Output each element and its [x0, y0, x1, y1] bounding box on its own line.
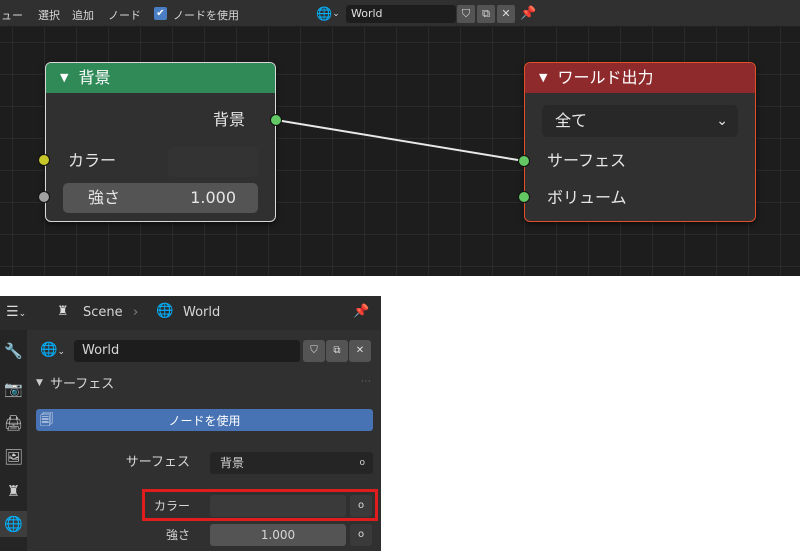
world-output-node-title: ワールド出力 [557, 68, 654, 87]
node-editor[interactable]: ビュー 選択 追加 ノード ✔ ノードを使用 🌐⌄ World ⛉ ⧉ ✕ 📌 … [0, 0, 800, 276]
breadcrumb-separator: › [133, 305, 139, 320]
background-output-socket[interactable] [270, 114, 282, 126]
world-browse-button[interactable]: 🌐⌄ [40, 342, 65, 358]
breadcrumb-scene[interactable]: Scene [83, 304, 123, 322]
blender-window: ビュー 選択 追加 ノード ✔ ノードを使用 🌐⌄ World ⛉ ⧉ ✕ 📌 … [0, 0, 800, 551]
surface-label: サーフェス [125, 455, 190, 470]
background-output-label: 背景 [212, 110, 245, 129]
scene-icon: ♜ [57, 304, 69, 319]
pin-icon[interactable]: 📌 [353, 304, 369, 319]
highlight-box [142, 489, 378, 521]
volume-input-label: ボリューム [547, 188, 627, 207]
close-icon[interactable]: ✕ [349, 340, 371, 362]
properties-editor-icon: ☰ [6, 304, 19, 320]
color-input-socket[interactable] [38, 154, 50, 166]
fake-user-shield-icon[interactable]: ⛉ [303, 340, 325, 362]
link-background-to-surface [275, 119, 525, 162]
view-layer-tab-icon[interactable]: 🖼 [0, 444, 27, 470]
background-node[interactable]: ▼ 背景 背景 カラー 強さ 1.000 [45, 62, 276, 222]
world-name-field[interactable]: World [74, 340, 300, 362]
chevron-down-icon: ⌄ [18, 309, 27, 319]
tool-tab-icon[interactable]: 🔧 [0, 338, 27, 364]
world-output-node-header[interactable]: ▼ ワールド出力 [525, 63, 755, 93]
background-node-title: 背景 [78, 68, 111, 87]
use-nodes-button-label: ノードを使用 [168, 414, 241, 428]
world-output-node[interactable]: ▼ ワールド出力 全て ⌄ サーフェス ボリューム [524, 62, 756, 222]
strength-field[interactable]: 1.000 [210, 524, 346, 546]
strength-field[interactable]: 強さ 1.000 [63, 183, 258, 213]
surface-section-title[interactable]: サーフェス [50, 376, 114, 394]
volume-input-socket[interactable] [518, 191, 530, 203]
socket-dot-icon: o [357, 529, 365, 540]
output-tab-icon[interactable]: 🖨 [0, 410, 27, 436]
properties-editor: ☰⌄ ♜ Scene › 🌐 World 📌 🔧 📷 🖨 🖼 ♜ 🌐 🌐⌄ Wo… [0, 296, 381, 551]
surface-input-socket[interactable] [518, 155, 530, 167]
properties-header: ☰⌄ ♜ Scene › 🌐 World 📌 [0, 296, 381, 330]
chevron-down-icon: ⌄ [57, 347, 65, 357]
strength-input-socket[interactable] [38, 191, 50, 203]
strength-socket-button[interactable]: o [350, 524, 372, 546]
strength-label: 強さ [165, 528, 190, 542]
strength-value: 1.000 [190, 188, 236, 207]
target-value: 全て [555, 111, 588, 130]
target-dropdown[interactable]: 全て ⌄ [542, 105, 738, 137]
color-input-label: カラー [68, 151, 117, 170]
world-tab-icon[interactable]: 🌐 [0, 511, 27, 537]
color-swatch[interactable] [168, 147, 258, 177]
section-collapse-icon[interactable]: ▼ [36, 378, 43, 388]
use-nodes-button[interactable]: 🗐 ノードを使用 [36, 409, 373, 431]
render-tab-icon[interactable]: 📷 [0, 376, 27, 402]
world-icon: 🌐 [156, 303, 174, 319]
breadcrumb-world[interactable]: World [183, 304, 220, 322]
drag-handle-icon[interactable]: ⋯ [361, 376, 371, 387]
scene-tab-icon[interactable]: ♜ [0, 478, 27, 504]
surface-shader-value: 背景 [220, 456, 245, 470]
socket-dot-icon: o [359, 458, 365, 468]
duplicate-icon[interactable]: ⧉ [326, 340, 348, 362]
background-node-header[interactable]: ▼ 背景 [46, 63, 275, 93]
strength-label: 強さ [88, 188, 121, 207]
properties-tabs: 🔧 📷 🖨 🖼 ♜ 🌐 [0, 330, 27, 551]
surface-input-label: サーフェス [547, 151, 627, 170]
chevron-down-icon: ⌄ [716, 113, 728, 129]
collapse-triangle-icon[interactable]: ▼ [539, 71, 547, 84]
editor-type-button[interactable]: ☰⌄ [6, 304, 26, 320]
surface-shader-field[interactable]: 背景 o [210, 452, 373, 474]
collapse-triangle-icon[interactable]: ▼ [60, 71, 68, 84]
world-icon: 🌐 [40, 342, 58, 358]
